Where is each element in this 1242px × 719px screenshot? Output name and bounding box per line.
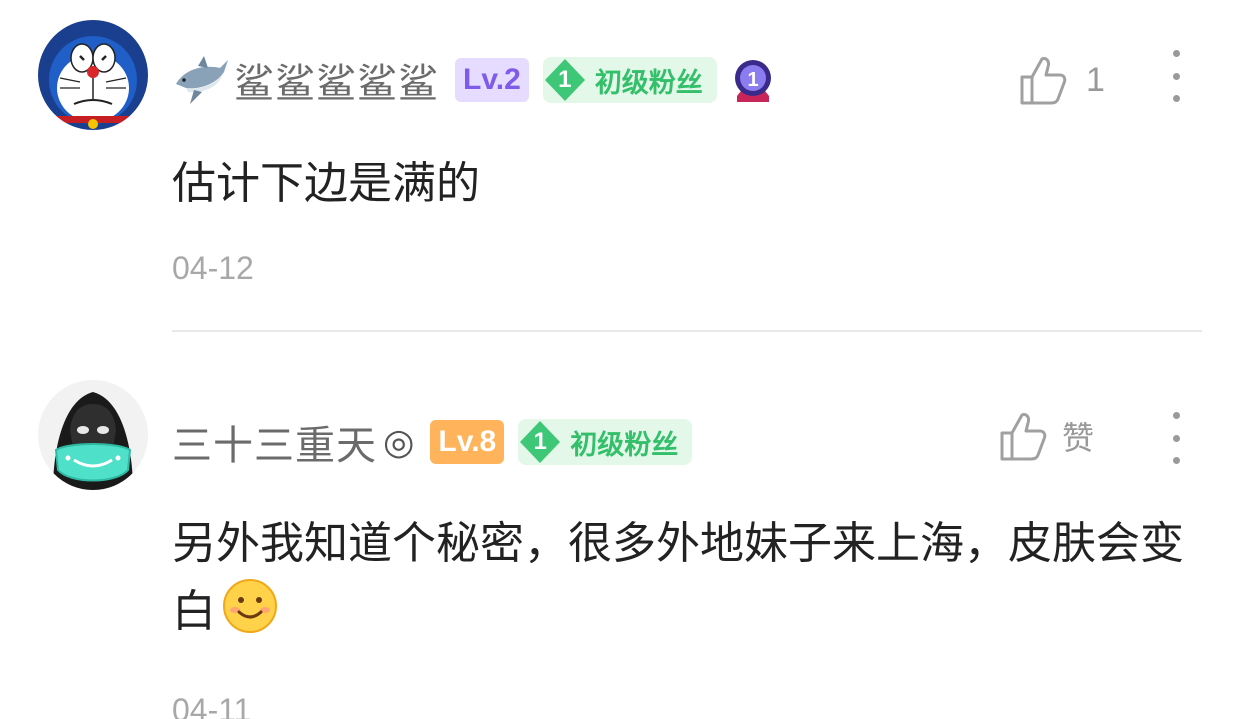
- comment-text-body: 另外我知道个秘密，很多外地妹子来上海，皮肤会变白: [172, 518, 1184, 637]
- username-mark: ◎: [383, 421, 415, 463]
- avatar[interactable]: [38, 20, 148, 130]
- comment-text: 估计下边是满的: [172, 158, 480, 209]
- more-icon: [1172, 412, 1180, 419]
- medal-icon: 1: [731, 56, 775, 104]
- comment-header: 三十三重天 ◎ Lv.8 1 初级粉丝: [172, 413, 693, 471]
- comment-date: 04-11: [172, 692, 252, 719]
- fan-badge: 1 初级粉丝: [542, 57, 717, 103]
- diamond-icon: 1: [518, 419, 562, 465]
- comment-item: 三十三重天 ◎ Lv.8 1 初级粉丝 赞 另外我知道个秘密，很多外地妹子来上海…: [0, 332, 1242, 719]
- comment-item: 鲨鲨鲨鲨鲨 Lv.2 1 初级粉丝 1 1 估计下边是满的 04-12: [0, 0, 1242, 332]
- comment-header: 鲨鲨鲨鲨鲨 Lv.2 1 初级粉丝 1: [172, 52, 775, 108]
- more-options-button[interactable]: [1158, 408, 1194, 468]
- doraemon-avatar-icon: [38, 20, 148, 130]
- fan-badge-number: 1: [533, 428, 547, 455]
- comment-date: 04-12: [172, 250, 254, 286]
- fan-badge-label: 初级粉丝: [594, 67, 703, 99]
- medal-number: 1: [747, 69, 758, 91]
- fan-badge-label: 初级粉丝: [570, 429, 679, 461]
- shark-icon: [172, 52, 230, 108]
- fan-badge-number: 1: [558, 66, 572, 93]
- hooded-figure-avatar-icon: [38, 380, 148, 490]
- level-badge: Lv.8: [430, 420, 505, 464]
- level-badge: Lv.2: [455, 58, 529, 102]
- smile-emoji-icon: [222, 578, 278, 634]
- username[interactable]: 三十三重天: [172, 413, 377, 471]
- thumbs-up-icon: [1018, 53, 1068, 107]
- username[interactable]: 鲨鲨鲨鲨鲨: [234, 51, 439, 109]
- comment-text: 另外我知道个秘密，很多外地妹子来上海，皮肤会变白: [172, 510, 1212, 646]
- like-button[interactable]: 赞: [998, 406, 1094, 466]
- thumbs-up-icon: [998, 409, 1048, 463]
- more-options-button[interactable]: [1158, 46, 1194, 106]
- like-label: 赞: [1062, 420, 1095, 456]
- diamond-icon: 1: [543, 57, 587, 103]
- more-icon: [1172, 50, 1180, 57]
- fan-badge: 1 初级粉丝: [518, 419, 693, 465]
- like-count: 1: [1086, 60, 1105, 99]
- like-button[interactable]: 1: [1018, 50, 1105, 110]
- avatar[interactable]: [38, 380, 148, 490]
